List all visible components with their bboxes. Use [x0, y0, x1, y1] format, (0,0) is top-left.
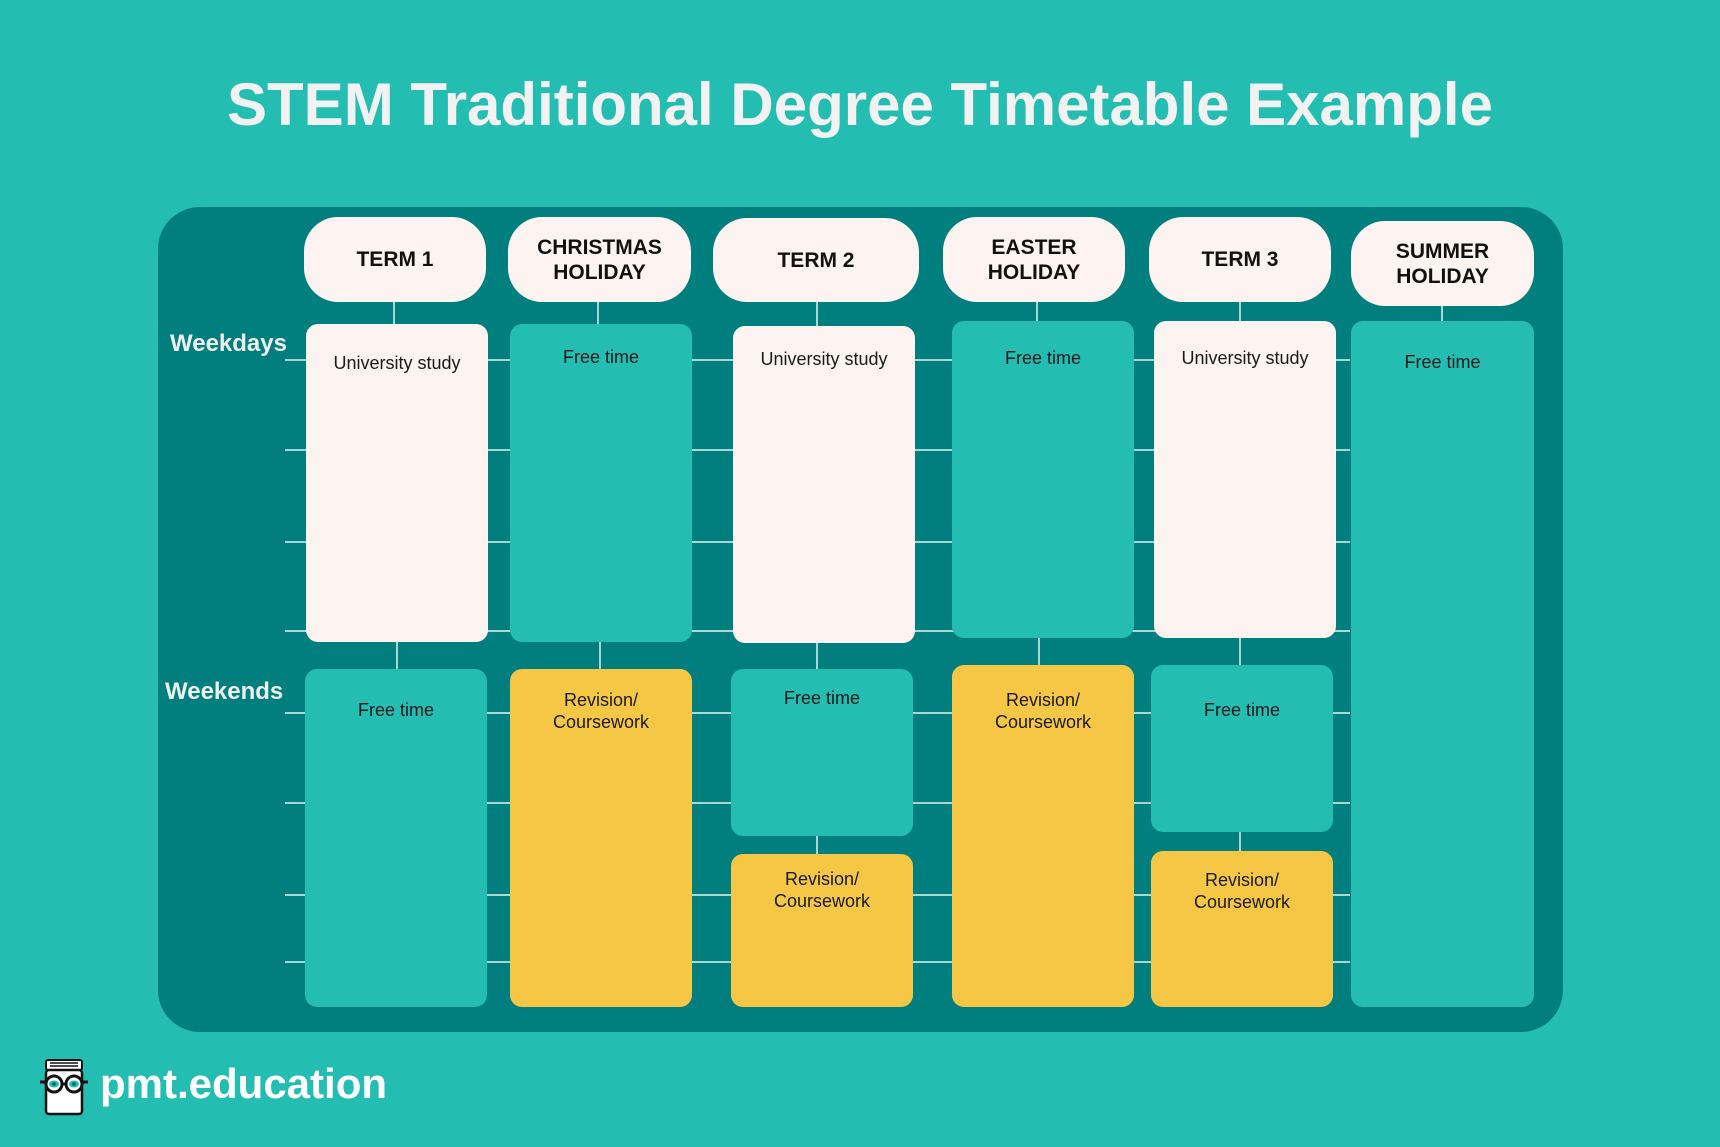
block-revision-coursework: Revision/ Coursework	[952, 665, 1134, 1007]
connector-line	[816, 640, 818, 670]
block-university-study: University study	[733, 326, 915, 643]
block-university-study: University study	[306, 324, 488, 642]
header-term-1: TERM 1	[304, 217, 486, 302]
brand-name: pmt.education	[100, 1060, 388, 1107]
header-term-2: TERM 2	[713, 218, 919, 302]
connector-line	[599, 640, 601, 670]
header-summer-holiday: SUMMER HOLIDAY	[1351, 221, 1534, 306]
block-free-time: Free time	[731, 669, 913, 836]
block-free-time: Free time	[305, 669, 487, 1007]
block-free-time: Free time	[1151, 665, 1333, 832]
connector-line	[1239, 636, 1241, 666]
block-revision-coursework: Revision/ Coursework	[1151, 851, 1333, 1007]
header-christmas-holiday: CHRISTMAS HOLIDAY	[508, 217, 691, 302]
row-label-weekends: Weekends	[165, 678, 284, 705]
header-easter-holiday: EASTER HOLIDAY	[943, 217, 1125, 302]
block-revision-coursework: Revision/ Coursework	[510, 669, 692, 1007]
block-university-study: University study	[1154, 321, 1336, 638]
connector-line	[1038, 636, 1040, 666]
header-term-3: TERM 3	[1149, 217, 1331, 302]
block-free-time: Free time	[952, 321, 1134, 638]
row-label-weekdays: Weekdays	[170, 330, 287, 357]
block-free-time: Free time	[1351, 321, 1534, 1007]
block-revision-coursework: Revision/ Coursework	[731, 854, 913, 1007]
page-title: STEM Traditional Degree Timetable Exampl…	[227, 71, 1493, 138]
book-with-glasses-icon	[40, 1058, 90, 1121]
block-free-time: Free time	[510, 324, 692, 642]
connector-line	[396, 640, 398, 670]
